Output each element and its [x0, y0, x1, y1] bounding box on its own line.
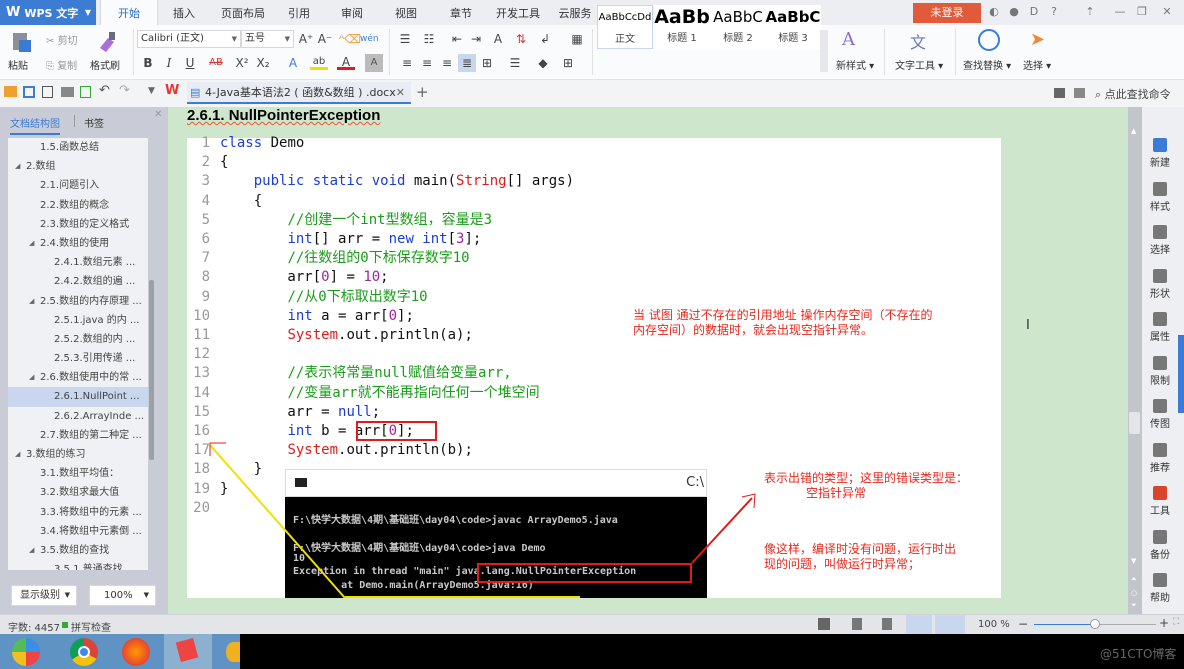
task-pane-label: 推荐 [1150, 462, 1170, 474]
task-pane-backup[interactable]: 备份 [1142, 529, 1178, 561]
browse-object-icon: ○ [1131, 589, 1138, 597]
scroll-down-icon: ▼ [1131, 557, 1137, 565]
taskbar-active-app[interactable] [164, 634, 212, 669]
prev-page-icon: ⏶ [1131, 575, 1137, 583]
recommend-icon [1153, 442, 1167, 457]
annotation-arrows [209, 442, 756, 599]
task-pane-label: 限制 [1150, 375, 1170, 387]
restrict-icon [1153, 355, 1167, 370]
app-launcher-icon[interactable] [12, 638, 40, 666]
task-pane-toggle[interactable] [1178, 335, 1184, 413]
zoom-slider-thumb[interactable] [1090, 619, 1100, 629]
zoom-level[interactable]: 100 % [978, 619, 1010, 630]
task-pane-property[interactable]: 属性 [1142, 312, 1178, 343]
task-pane-toolbox[interactable]: 工具 [1142, 486, 1178, 517]
red-arrow-line [691, 497, 753, 564]
task-pane-style[interactable]: 样式 [1142, 181, 1178, 213]
note-runtime-exception: 像这样，编译时没有问题，运行时出 现的问题，叫做运行时异常； [764, 542, 957, 571]
status-bar: 字数: 4457 拼写检查 100 % − + ⛶ [0, 614, 1184, 634]
property-icon [1153, 312, 1167, 326]
partial-app-icon[interactable] [226, 642, 240, 662]
zoom-out-icon[interactable]: − [1018, 617, 1028, 631]
task-pane-label: 备份 [1150, 549, 1170, 561]
shape-icon [1153, 268, 1167, 283]
task-pane-label: 传图 [1150, 419, 1170, 430]
zoom-slider[interactable] [1034, 619, 1156, 629]
spell-check-status-icon [62, 622, 68, 628]
fullscreen-view-icon[interactable] [818, 618, 830, 630]
task-pane-label: 选择 [1150, 245, 1170, 256]
task-pane-shape[interactable]: 形状 [1142, 268, 1178, 300]
fit-page-icon[interactable]: ⛶ [1173, 617, 1179, 627]
task-pane-select[interactable]: 选择 [1142, 225, 1178, 256]
task-pane-label: 形状 [1150, 288, 1170, 300]
yellow-arrow-line [209, 444, 346, 599]
chrome-icon[interactable] [70, 638, 98, 666]
reading-view-button[interactable] [935, 615, 965, 634]
task-pane-restrict[interactable]: 限制 [1142, 355, 1178, 387]
document-scrollbar[interactable]: ▲ ▼ ⏶ ○ ⏷ [1128, 107, 1142, 614]
note-null-pointer: 当 试图 通过不存在的引用地址 操作内存空间（不存在的 内存空间）的数据时，就会… [633, 308, 933, 337]
task-pane-label: 工具 [1150, 506, 1170, 517]
spell-check-button[interactable]: 拼写检查 [71, 619, 111, 634]
paint-app-icon [175, 638, 199, 662]
scroll-up-icon: ▲ [1131, 127, 1137, 135]
toolbox-icon [1153, 486, 1167, 500]
backup-icon [1153, 529, 1167, 544]
text-cursor-icon: I [1026, 318, 1030, 333]
task-pane-help[interactable]: 帮助 [1142, 573, 1178, 604]
note-error-type: 表示出错的类型；这里的错误类型是： 空指针异常 [764, 471, 969, 500]
upload-image-icon [1153, 399, 1167, 413]
task-pane-label: 帮助 [1150, 593, 1170, 604]
word-count[interactable]: 字数: 4457 [8, 619, 60, 634]
next-page-icon: ⏷ [1131, 601, 1137, 609]
style-icon [1153, 181, 1167, 196]
watermark: @51CTO博客 [1100, 647, 1177, 661]
select-icon [1153, 225, 1167, 239]
task-pane-label: 属性 [1150, 332, 1170, 343]
task-pane-new-doc[interactable]: 新建 [1142, 138, 1178, 169]
task-pane-label: 新建 [1150, 158, 1170, 169]
new-doc-icon [1153, 138, 1167, 152]
web-view-button[interactable] [906, 615, 932, 634]
page-view-icon[interactable] [852, 618, 862, 630]
task-pane-label: 样式 [1150, 201, 1170, 213]
scroll-thumb[interactable] [1129, 412, 1140, 434]
task-pane-recommend[interactable]: 推荐 [1142, 442, 1178, 474]
task-pane-upload-image[interactable]: 传图 [1142, 399, 1178, 430]
outline-view-icon[interactable] [882, 618, 892, 630]
zoom-in-icon[interactable]: + [1159, 616, 1169, 630]
firefox-icon[interactable] [122, 638, 150, 666]
help-icon [1153, 573, 1167, 587]
